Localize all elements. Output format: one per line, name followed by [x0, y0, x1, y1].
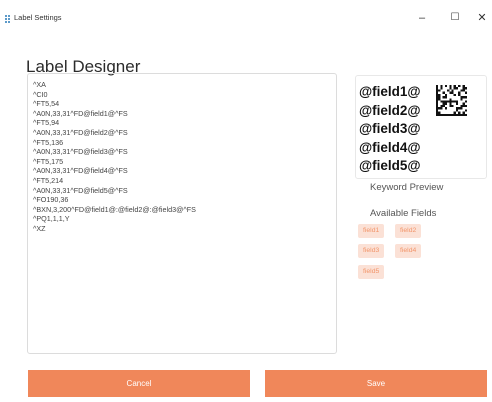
- code-line: ^A0N,33,31^FD@field5@^FS: [33, 185, 128, 195]
- field-tag[interactable]: field5: [358, 265, 385, 279]
- preview-field: @field5@: [359, 158, 421, 173]
- preview-field: @field4@: [359, 139, 421, 155]
- preview-field: @field3@: [359, 121, 421, 136]
- minimize-button[interactable]: –: [412, 10, 432, 26]
- cancel-button[interactable]: Cancel: [28, 370, 250, 397]
- field-tag[interactable]: field4: [395, 244, 422, 258]
- field-tag[interactable]: field3: [358, 244, 385, 258]
- code-line: ^A0N,33,31^FD@field4@^FS: [33, 166, 128, 176]
- code-line: ^BXN,3,200^FD@field1@:@field2@:@field3@^…: [33, 204, 196, 214]
- preview-field-list: @field1@ @field2@ @field3@ @field4@ @field5@: [359, 83, 421, 176]
- title-bar: Label Settings – ☐ ✕: [0, 0, 492, 36]
- code-line: ^PQ1,1,1,Y: [33, 214, 70, 224]
- code-line: ^FO190,36: [33, 195, 69, 205]
- preview-field: @field2@: [359, 102, 421, 118]
- datamatrix-barcode-icon: [436, 85, 467, 116]
- code-line: ^FT5,136: [33, 137, 64, 147]
- code-line: ^A0N,33,31^FD@field3@^FS: [33, 147, 128, 157]
- available-fields-label: Available Fields: [370, 208, 437, 219]
- maximize-button[interactable]: ☐: [445, 10, 465, 26]
- save-button[interactable]: Save: [265, 370, 487, 397]
- code-line: ^FT5,175: [33, 156, 64, 166]
- app-icon: [5, 15, 11, 23]
- close-button[interactable]: ✕: [472, 10, 492, 26]
- field-tag[interactable]: field1: [358, 224, 385, 238]
- code-line: ^FT5,214: [33, 175, 64, 185]
- preview-field: @field1@: [359, 84, 421, 99]
- code-line: ^FT5,94: [33, 118, 60, 128]
- code-line: ^XA: [33, 80, 46, 89]
- zpl-code-editor[interactable]: ^XA ^CI0 ^FT5,54 ^A0N,33,31^FD@field1@^FS ^F…: [27, 73, 337, 354]
- label-preview: @field1@ @field2@ @field3@ @field4@ @field5@: [355, 75, 487, 179]
- code-line: ^FT5,54: [33, 99, 60, 109]
- code-line: ^CI0: [33, 89, 48, 99]
- code-lines: ^XA ^CI0 ^FT5,54 ^A0N,33,31^FD@field1@^FS ^F…: [33, 80, 196, 234]
- code-line: ^XZ: [33, 223, 46, 233]
- code-line: ^A0N,33,31^FD@field2@^FS: [33, 127, 128, 137]
- keyword-preview-label: Keyword Preview: [370, 182, 444, 193]
- code-line: ^A0N,33,31^FD@field1@^FS: [33, 108, 128, 118]
- window-title: Label Settings: [14, 13, 62, 22]
- field-tag[interactable]: field2: [395, 224, 422, 238]
